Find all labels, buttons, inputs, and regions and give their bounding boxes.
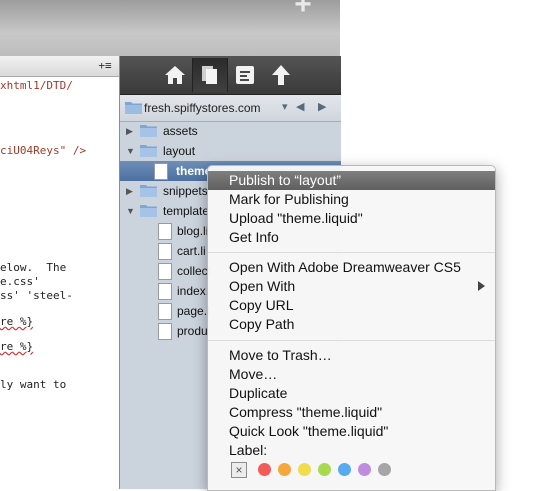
- info-icon: [236, 66, 254, 84]
- editor-tab-bar: +≡: [0, 56, 119, 77]
- tree-item-label: blog.li: [177, 224, 209, 238]
- file-icon: [158, 283, 172, 300]
- tree-item-label: cart.li: [177, 244, 206, 258]
- path-dropdown-icon[interactable]: ▾: [282, 100, 288, 113]
- code-line: ss' 'steel-: [0, 289, 73, 302]
- info-button[interactable]: [228, 58, 262, 92]
- label-green-button[interactable]: [318, 463, 331, 476]
- folder-icon: [140, 205, 157, 217]
- disclosure-triangle-icon[interactable]: ▶: [126, 186, 133, 197]
- menu-item-copy-url[interactable]: Copy URL: [208, 296, 495, 315]
- label-gray-button[interactable]: [378, 463, 391, 476]
- menu-separator: [208, 252, 495, 253]
- code-line: e.css': [0, 275, 40, 288]
- code-line: elow. The: [0, 261, 67, 274]
- menu-item-move[interactable]: Move…: [208, 365, 495, 384]
- menu-item-quick-look[interactable]: Quick Look "theme.liquid": [208, 422, 495, 441]
- folder-icon: [140, 145, 157, 157]
- label-yellow-button[interactable]: [298, 463, 311, 476]
- code-line: re %}: [0, 315, 34, 328]
- menu-item-move-to-trash[interactable]: Move to Trash…: [208, 346, 495, 365]
- label-heading: Label:: [229, 442, 268, 458]
- path-bar[interactable]: fresh.spiffystores.com ▾ ◀ ▶: [120, 95, 341, 122]
- forward-arrow-icon[interactable]: ▶: [318, 100, 326, 113]
- tree-item-label: index.: [177, 284, 210, 298]
- file-icon: [154, 163, 168, 180]
- home-button[interactable]: [158, 58, 192, 92]
- menu-item-duplicate[interactable]: Duplicate: [208, 384, 495, 403]
- folder-icon: [140, 185, 157, 197]
- file-icon: [158, 243, 172, 260]
- disclosure-triangle-icon[interactable]: ▼: [126, 206, 135, 216]
- file-icon: [158, 323, 172, 340]
- context-menu: Publish to “layout” Mark for Publishing …: [207, 165, 496, 491]
- menu-item-compress[interactable]: Compress "theme.liquid": [208, 403, 495, 422]
- code-line: re %}: [0, 340, 34, 353]
- upload-icon: [272, 65, 290, 85]
- file-icon: [158, 263, 172, 280]
- window-top-chrome: +: [0, 0, 340, 57]
- plus-icon: +: [294, 0, 312, 21]
- upload-button[interactable]: [264, 58, 298, 92]
- menu-item-open-with[interactable]: Open With: [208, 277, 495, 296]
- label-none-button[interactable]: ×: [231, 462, 247, 478]
- back-arrow-icon[interactable]: ◀: [296, 100, 304, 113]
- file-icon: [158, 303, 172, 320]
- menu-item-copy-path[interactable]: Copy Path: [208, 315, 495, 334]
- browser-toolbar: [120, 56, 341, 95]
- tree-item-label: snippets: [163, 184, 208, 198]
- label-purple-button[interactable]: [358, 463, 371, 476]
- tree-item-label: page.l: [177, 304, 210, 318]
- menu-item-mark-for-publishing[interactable]: Mark for Publishing: [208, 190, 495, 209]
- tree-item-label: layout: [163, 144, 196, 158]
- menu-item-get-info[interactable]: Get Info: [208, 228, 495, 247]
- file-icon: [158, 223, 172, 240]
- code-line: ly want to: [0, 378, 67, 391]
- tree-item-label: assets: [163, 124, 198, 138]
- tree-item-label: template: [163, 204, 210, 218]
- folder-icon: [140, 125, 157, 137]
- code-editor[interactable]: +≡ xhtml1/DTD/ ciU04Reys" /> elow. The e…: [0, 56, 119, 489]
- tree-item-label: produ: [177, 324, 208, 338]
- code-string: ciU04Reys" />: [0, 144, 87, 157]
- menu-separator: [208, 340, 495, 341]
- tree-item-assets[interactable]: ▶ assets: [120, 121, 341, 141]
- menu-item-upload[interactable]: Upload "theme.liquid": [208, 209, 495, 228]
- documents-button[interactable]: [192, 58, 228, 92]
- tree-item-layout[interactable]: ▼ layout: [120, 141, 341, 161]
- menu-item-open-with-dreamweaver[interactable]: Open With Adobe Dreamweaver CS5: [208, 258, 495, 277]
- documents-icon: [202, 66, 217, 84]
- submenu-arrow-icon: [478, 281, 485, 291]
- menu-item-publish[interactable]: Publish to “layout”: [208, 171, 495, 190]
- code-line: xhtml1/DTD/: [0, 79, 73, 92]
- label-blue-button[interactable]: [338, 463, 351, 476]
- tab-menu-button[interactable]: +≡: [93, 58, 117, 73]
- label-orange-button[interactable]: [278, 463, 291, 476]
- label-red-button[interactable]: [258, 463, 271, 476]
- folder-icon: [125, 102, 142, 114]
- disclosure-triangle-icon[interactable]: ▶: [126, 126, 133, 137]
- home-icon: [165, 66, 185, 84]
- path-label: fresh.spiffystores.com: [144, 101, 261, 115]
- code-line: ciU04Reys" />: [0, 144, 86, 158]
- tree-item-label: collect: [177, 264, 212, 278]
- disclosure-triangle-icon[interactable]: ▼: [126, 146, 135, 156]
